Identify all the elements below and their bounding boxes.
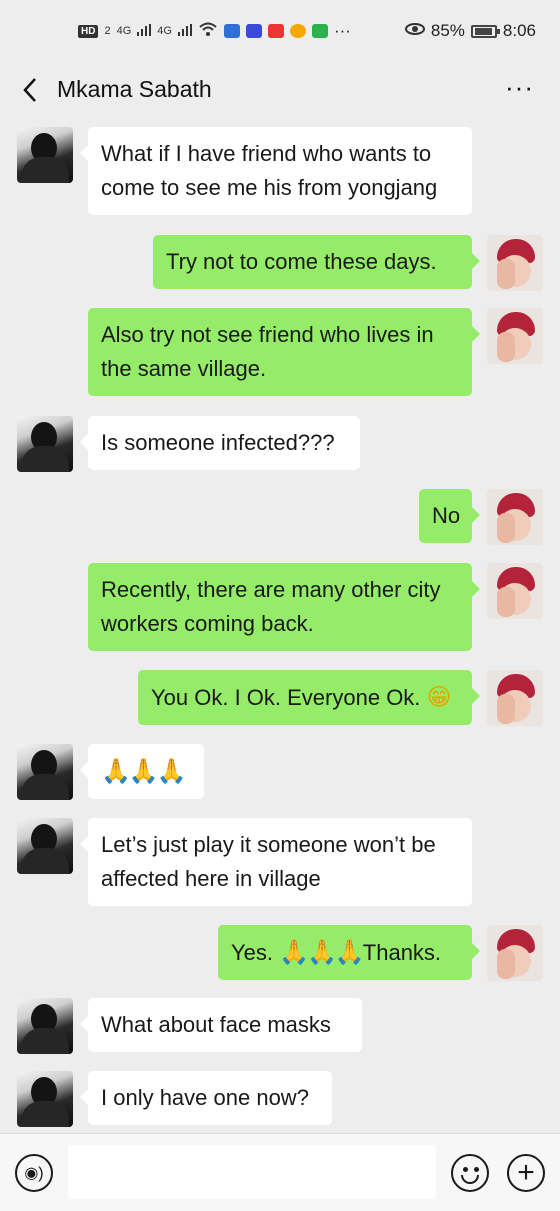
message-bubble-sent[interactable]: You Ok. I Ok. Everyone Ok. 😁: [138, 670, 480, 725]
my-avatar[interactable]: [487, 308, 543, 364]
message-line: affected here in village: [101, 866, 321, 891]
my-avatar[interactable]: [487, 235, 543, 291]
message-bubble-sent[interactable]: Also try not see friend who lives in the…: [88, 308, 480, 396]
hd-badge: HD: [78, 24, 99, 38]
status-right: 85% 8:06: [404, 21, 536, 41]
message-line: the same village.: [101, 356, 267, 381]
message-bubble-received[interactable]: 🙏🙏🙏: [80, 744, 204, 799]
message-line: Try not to come these days.: [166, 249, 437, 274]
chat-title: Mkama Sabath: [57, 76, 212, 102]
message-bubble-received[interactable]: What if I have friend who wants to come …: [80, 127, 472, 215]
message-bubble-sent[interactable]: Yes. 🙏🙏🙏Thanks.: [218, 925, 480, 980]
message-line: No: [432, 503, 461, 528]
app-notification-icon-2: [245, 24, 262, 38]
status-overflow-icon: ···: [333, 21, 351, 40]
clock-time: 8:06: [502, 21, 536, 40]
message-line: Let’s just play it someone won’t be: [101, 832, 436, 857]
message-line: You Ok. I Ok. Everyone Ok.: [151, 685, 421, 710]
more-dots-icon[interactable]: ···: [505, 74, 534, 100]
my-avatar[interactable]: [487, 563, 543, 619]
grinning-face-emoji-icon: 😁: [426, 683, 452, 711]
message-line: Also try not see friend who lives in: [101, 322, 434, 347]
message-bubble-sent[interactable]: Try not to come these days.: [153, 235, 480, 289]
contact-avatar[interactable]: [17, 744, 73, 800]
message-line: What if I have friend who wants to: [101, 141, 432, 166]
message-line: come to see me his from yongjang: [101, 175, 438, 200]
message-text-input[interactable]: [68, 1145, 436, 1199]
app-notification-icon-4: [289, 24, 306, 38]
contact-avatar[interactable]: [17, 998, 73, 1054]
emoji-smile-icon[interactable]: [451, 1154, 489, 1192]
battery-icon: [470, 24, 500, 38]
message-bubble-received[interactable]: What about face masks: [80, 998, 362, 1052]
praying-hands-emoji-icon: 🙏🙏🙏: [279, 938, 365, 966]
contact-avatar[interactable]: [17, 818, 73, 874]
status-bar: HD 2 4G 4G ··· 85% 8:06: [0, 0, 560, 62]
message-bubble-received[interactable]: I only have one now?: [80, 1071, 332, 1125]
app-notification-icon-3: [267, 24, 284, 38]
eye-comfort-icon: [404, 21, 425, 41]
praying-hands-emoji-icon: 🙏🙏🙏: [101, 757, 187, 785]
my-avatar[interactable]: [487, 670, 543, 726]
message-line: Is someone infected???: [101, 430, 335, 455]
message-line: Recently, there are many other city: [101, 577, 441, 602]
my-avatar[interactable]: [487, 489, 543, 545]
message-line: workers coming back.: [101, 611, 314, 636]
network-type-1: 4G: [116, 25, 132, 37]
message-input-bar: ◉) +: [0, 1133, 560, 1211]
my-avatar[interactable]: [487, 925, 543, 981]
app-notification-icon-1: [223, 24, 240, 38]
hd-sub: 2: [104, 25, 111, 37]
message-line: I only have one now?: [101, 1085, 309, 1110]
message-text-prefix: Yes.: [231, 940, 280, 965]
voice-icon[interactable]: ◉): [15, 1154, 53, 1192]
contact-avatar[interactable]: [17, 127, 73, 183]
signal-icon-2: [177, 21, 192, 41]
app-notification-icon-5: [311, 24, 328, 38]
message-text-suffix: Thanks.: [362, 940, 442, 965]
signal-icon: [137, 21, 152, 41]
contact-avatar[interactable]: [17, 416, 73, 472]
contact-avatar[interactable]: [17, 1071, 73, 1127]
plus-icon[interactable]: +: [507, 1154, 545, 1192]
message-bubble-sent[interactable]: Recently, there are many other city work…: [88, 563, 480, 651]
message-bubble-received[interactable]: Let’s just play it someone won’t be affe…: [80, 818, 472, 906]
chat-header: Mkama Sabath ···: [0, 62, 560, 118]
network-type-2: 4G: [157, 25, 172, 37]
message-bubble-received[interactable]: Is someone infected???: [80, 416, 360, 470]
message-bubble-sent[interactable]: No: [419, 489, 480, 543]
chevron-left-icon[interactable]: [18, 76, 42, 104]
message-line: What about face masks: [101, 1012, 331, 1037]
wifi-icon: [198, 21, 218, 42]
battery-percent: 85%: [430, 21, 465, 40]
status-left: HD 2 4G 4G ···: [78, 21, 351, 42]
